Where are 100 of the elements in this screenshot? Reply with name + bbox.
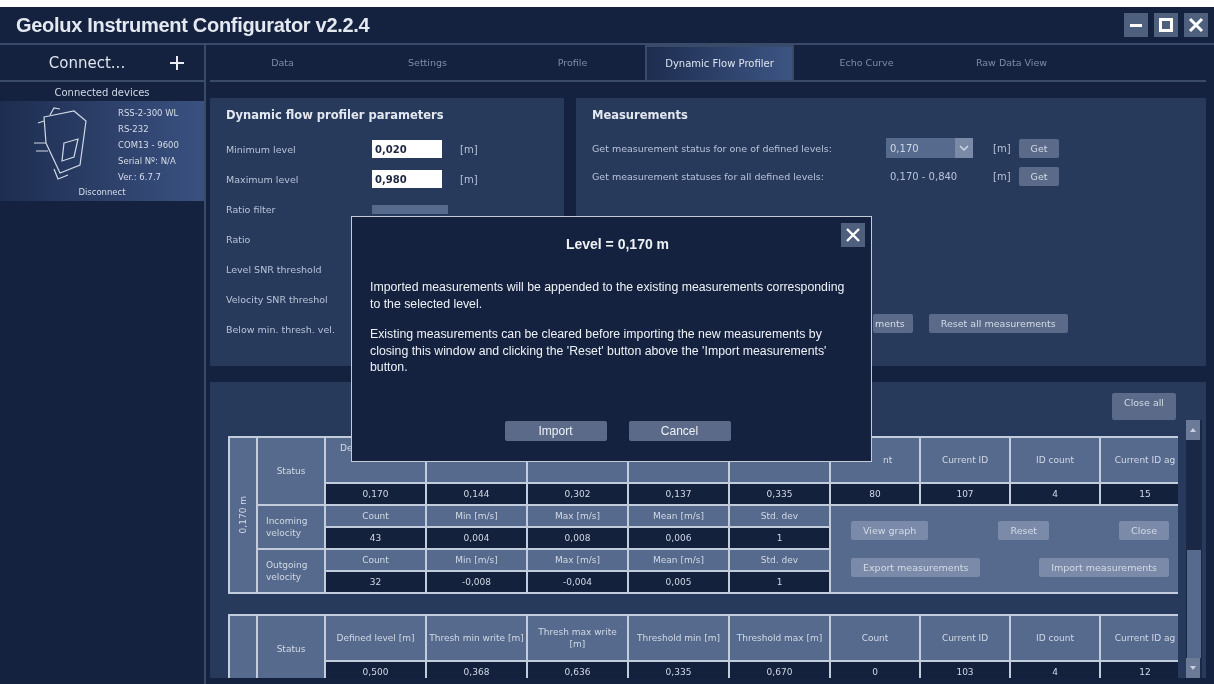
column-header: Threshold min [m] bbox=[629, 616, 728, 660]
row-header: Status bbox=[258, 616, 324, 678]
row-header: Incoming velocity bbox=[258, 506, 324, 548]
table-cell: 107 bbox=[921, 484, 1009, 504]
panel-title: Dynamic flow profiler parameters bbox=[226, 108, 445, 122]
table-cell: 103 bbox=[921, 662, 1009, 678]
table-cell: 0,670 bbox=[730, 662, 829, 678]
device-info: COM13 - 9600 bbox=[118, 140, 179, 150]
column-header: Mean [m/s] bbox=[629, 506, 728, 526]
disconnect-link[interactable]: Disconnect bbox=[0, 187, 204, 197]
table-cell: 80 bbox=[831, 484, 919, 504]
field-label: Below min. thresh. vel. bbox=[226, 323, 336, 335]
input-field[interactable]: 0,020 bbox=[372, 140, 442, 158]
column-header: Current ID bbox=[921, 438, 1009, 482]
table-cell: 0,636 bbox=[528, 662, 627, 678]
column-header: Count bbox=[326, 506, 425, 526]
unit-label: [m] bbox=[993, 170, 1011, 182]
close-button[interactable] bbox=[841, 223, 865, 247]
table-cell: 0,008 bbox=[528, 528, 627, 548]
column-header: Min [m/s] bbox=[427, 550, 526, 570]
field-label: Ratio filter bbox=[226, 203, 277, 215]
unit-label: [m] bbox=[993, 142, 1011, 154]
table-cell: 4 bbox=[1011, 662, 1099, 678]
get-button[interactable]: Get bbox=[1018, 138, 1060, 158]
table-cell: 0,368 bbox=[427, 662, 526, 678]
measurements-button[interactable]: ments bbox=[873, 314, 913, 333]
field-label: Get measurement status for one of defined levels: bbox=[592, 142, 833, 154]
close-all-button[interactable]: Close all bbox=[1112, 393, 1176, 420]
action-button[interactable]: View graph bbox=[851, 521, 929, 540]
device-info: RS-232 bbox=[118, 124, 150, 134]
action-button[interactable]: Import measurements bbox=[1039, 558, 1169, 577]
table-cell: 0,302 bbox=[528, 484, 627, 504]
column-header: Max [m/s] bbox=[528, 506, 627, 526]
tab[interactable]: Data bbox=[210, 45, 355, 80]
column-header: Thresh min write [m] bbox=[427, 616, 526, 660]
dialog-button[interactable]: Cancel bbox=[628, 421, 731, 441]
tab[interactable]: Dynamic Flow Profiler bbox=[645, 45, 794, 80]
column-header: Count bbox=[326, 550, 425, 570]
field-label: Level SNR threshold bbox=[226, 263, 323, 275]
column-header: Current ID bbox=[921, 616, 1009, 660]
close-button[interactable] bbox=[1184, 13, 1208, 37]
table-cell: 43 bbox=[326, 528, 425, 548]
level-dropdown[interactable]: 0,170 bbox=[886, 138, 973, 158]
table-cell: 0,144 bbox=[427, 484, 526, 504]
device-info: Serial Nº: N/A bbox=[118, 156, 177, 166]
table-cell: -0,004 bbox=[528, 572, 627, 592]
maximize-button[interactable] bbox=[1154, 13, 1178, 37]
column-header: Std. dev bbox=[730, 550, 829, 570]
level-label bbox=[230, 616, 256, 678]
action-button[interactable]: Reset bbox=[998, 521, 1049, 540]
field-label: Minimum level bbox=[226, 143, 297, 155]
column-header: Thresh max write [m] bbox=[528, 616, 627, 660]
dialog-title: Level = 0,170 m bbox=[565, 236, 670, 252]
unit-label: [m] bbox=[460, 143, 478, 155]
table-cell: 0,004 bbox=[427, 528, 526, 548]
minimize-button[interactable] bbox=[1124, 13, 1148, 37]
section-header: Connected devices bbox=[53, 86, 151, 100]
device-card[interactable]: RSS-2-300 WL RS-232 COM13 - 9600 Serial Nº: N/A Ver.: 6.7.7 Disconnect bbox=[0, 101, 204, 201]
dialog-button[interactable]: Import bbox=[504, 421, 607, 441]
panel-title: Measurements bbox=[592, 108, 689, 122]
measurements-button[interactable]: Reset all measurements bbox=[928, 314, 1068, 333]
action-button[interactable]: Export measurements bbox=[851, 558, 981, 577]
connect-button[interactable]: Connect... bbox=[0, 45, 204, 82]
column-header: Current ID ag bbox=[1101, 616, 1178, 660]
row-header: Status bbox=[258, 438, 324, 504]
table-cell: 0,006 bbox=[629, 528, 728, 548]
field-label: Get measurement statuses for all defined levels: bbox=[592, 170, 825, 182]
table-cell: 0,335 bbox=[730, 484, 829, 504]
table-cell: 0,170 bbox=[326, 484, 425, 504]
tab[interactable]: Raw Data View bbox=[939, 45, 1084, 80]
scroll-down-icon bbox=[1186, 658, 1200, 678]
column-header: Threshold max [m] bbox=[730, 616, 829, 660]
get-button[interactable]: Get bbox=[1018, 166, 1060, 186]
minimize-icon bbox=[1130, 23, 1142, 27]
close-icon bbox=[1187, 16, 1205, 34]
scroll-up-icon bbox=[1186, 420, 1200, 440]
tab[interactable]: Profile bbox=[500, 45, 645, 80]
table-cell: -0,008 bbox=[427, 572, 526, 592]
field-label: Ratio bbox=[226, 233, 252, 245]
tab[interactable]: Settings bbox=[355, 45, 500, 80]
table-cell: 12 bbox=[1101, 662, 1178, 678]
row-header: Outgoing velocity bbox=[258, 550, 324, 592]
table-cell: 0 bbox=[831, 662, 919, 678]
level-label: 0,170 m bbox=[230, 438, 256, 592]
action-button[interactable]: Close bbox=[1119, 521, 1169, 540]
tab[interactable]: Echo Curve bbox=[794, 45, 939, 80]
table-cell: 0,335 bbox=[629, 662, 728, 678]
column-header: Min [m/s] bbox=[427, 506, 526, 526]
device-info: Ver.: 6.7.7 bbox=[118, 172, 162, 182]
range-value: 0,170 - 0,840 bbox=[889, 170, 959, 182]
column-header: ID count bbox=[1011, 616, 1099, 660]
table-cell: 4 bbox=[1011, 484, 1099, 504]
table-cell: 32 bbox=[326, 572, 425, 592]
scrollbar[interactable] bbox=[1186, 420, 1202, 678]
table-cell: 1 bbox=[730, 528, 829, 548]
unit-label: [m] bbox=[460, 173, 478, 185]
column-header: Current ID ag bbox=[1101, 438, 1178, 482]
input-field[interactable]: 0,980 bbox=[372, 170, 442, 188]
scrollbar-thumb[interactable] bbox=[1187, 550, 1201, 658]
field-label: Velocity SNR threshol bbox=[226, 293, 329, 305]
